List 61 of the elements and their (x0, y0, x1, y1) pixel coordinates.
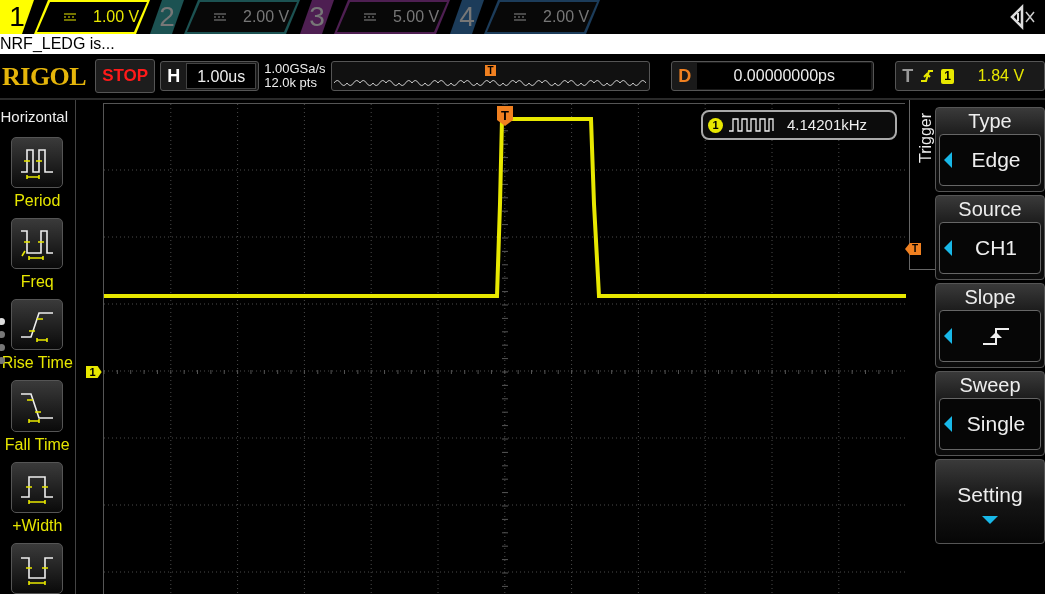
measure-button[interactable] (11, 380, 64, 432)
menu-title: Type (968, 109, 1012, 134)
channel-scale-tab[interactable]: 2.00 V (484, 0, 600, 34)
measure-button[interactable] (11, 136, 64, 188)
menu-value-button[interactable]: Edge (939, 134, 1041, 186)
coupling-icon (63, 12, 77, 22)
trigger-box[interactable]: T 1 1.84 V (895, 61, 1045, 91)
caret-icon (944, 416, 952, 432)
measure-label: Period (14, 191, 61, 210)
delay-value: 0.00000000ps (697, 63, 872, 89)
trigger-source: 1 (941, 68, 954, 84)
trigger-position-marker: T (485, 65, 496, 76)
coupling-icon (513, 12, 527, 22)
channel-scale-tab[interactable]: 5.00 V (334, 0, 450, 34)
channel-label: NRF_LEDG is... (0, 34, 1045, 54)
measure-label: +Width (12, 516, 63, 535)
menu-title: Sweep (959, 373, 1021, 398)
trigger-level-marker: T (905, 243, 922, 255)
menu-title: Slope (964, 285, 1016, 310)
measure-button[interactable] (11, 542, 64, 594)
menu-title: Source (958, 197, 1022, 222)
page-indicator-icon (0, 318, 5, 364)
channel-ground-marker: 1 (85, 366, 102, 378)
caret-icon (944, 152, 952, 168)
speaker-muted-icon[interactable] (1009, 4, 1037, 30)
menu-value-button[interactable] (939, 310, 1041, 362)
measure-label: Freq (20, 273, 54, 291)
trigger-key: T (896, 62, 914, 90)
rising-edge-icon (921, 68, 934, 84)
caret-icon (944, 240, 952, 256)
channel-badge: 1 (708, 117, 723, 133)
timebase-value: 1.00us (186, 63, 257, 89)
memory-depth: 12.0k pts (264, 76, 318, 90)
coupling-icon (213, 12, 227, 22)
setting-button[interactable]: Setting (935, 459, 1045, 544)
measure-button[interactable] (11, 461, 64, 513)
timebase-box[interactable]: H 1.00us (160, 61, 260, 91)
measure-label: Rise Time (1, 354, 73, 373)
dropdown-caret-icon (982, 516, 998, 525)
measure-button[interactable] (11, 217, 64, 269)
sample-rate: 1.00GSa/s (264, 62, 326, 76)
measure-button[interactable] (11, 299, 64, 351)
measurement-value: 4.14201kHz (787, 114, 868, 135)
delay-box[interactable]: D 0.00000000ps (671, 61, 875, 91)
run-stop-button[interactable]: STOP (95, 59, 156, 93)
trigger-position-marker: T (497, 106, 513, 126)
timebase-key: H (161, 62, 187, 90)
channel-scale-tab[interactable]: 1.00 V (34, 0, 150, 34)
delay-key: D (672, 62, 698, 90)
menu-value-button[interactable]: CH1 (939, 222, 1041, 274)
coupling-icon (363, 12, 377, 22)
channel-scale-tab[interactable]: 2.00 V (184, 0, 300, 34)
trigger-level: 1.84 V (977, 66, 1025, 86)
brand-logo: RIGOL (1, 60, 87, 93)
square-wave-icon (729, 117, 775, 133)
measure-label: Fall Time (4, 435, 70, 454)
rising-edge-icon (981, 325, 1011, 347)
channel-number[interactable]: 1 (0, 0, 34, 34)
menu-value-button[interactable]: Single (939, 398, 1041, 450)
caret-icon (944, 328, 952, 344)
panel-title: Horizontal (0, 107, 69, 127)
